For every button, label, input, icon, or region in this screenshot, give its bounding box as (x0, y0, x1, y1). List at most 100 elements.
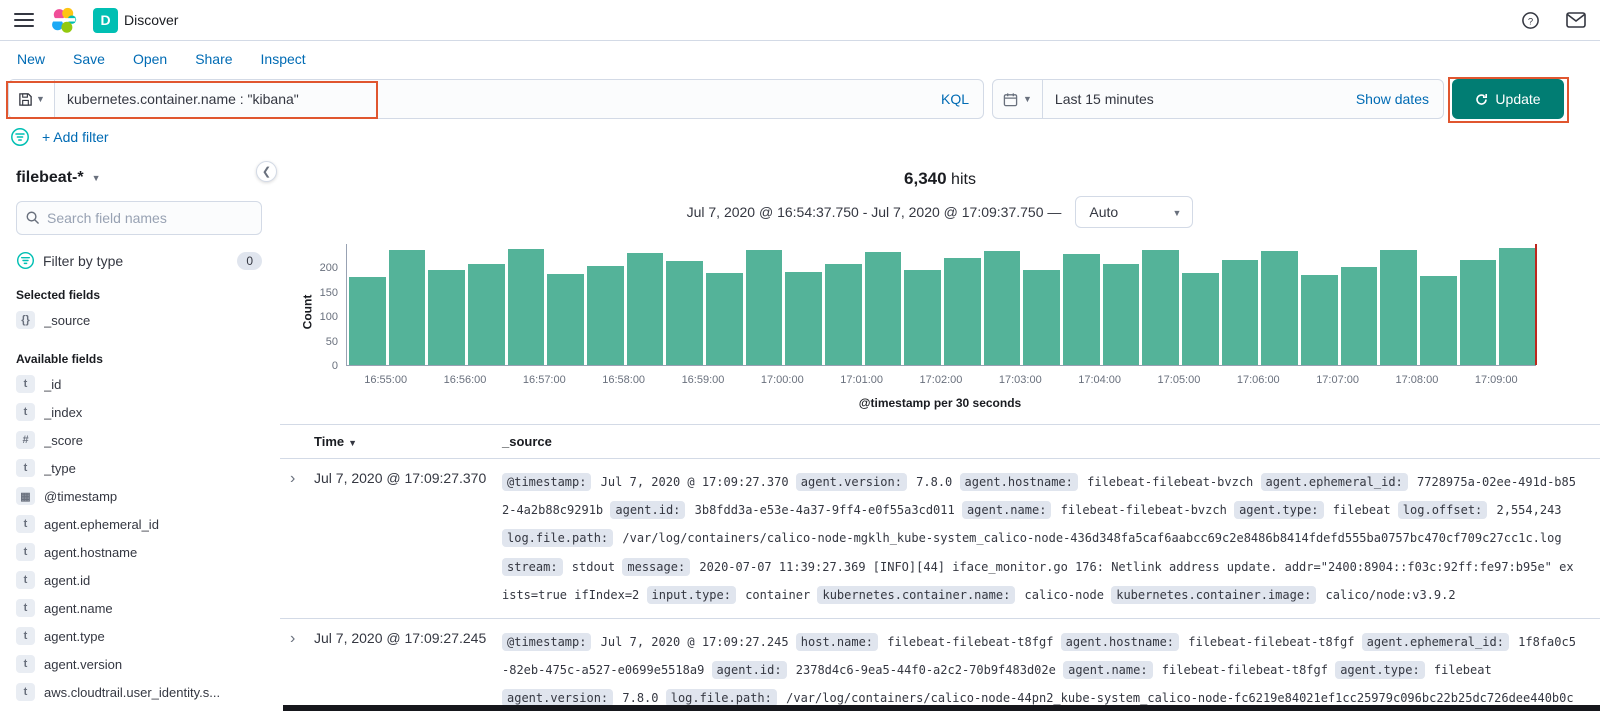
newsfeed-icon[interactable] (1566, 10, 1586, 30)
histogram-bar[interactable] (547, 274, 585, 365)
histogram-bar[interactable] (1142, 249, 1180, 365)
query-input[interactable] (55, 80, 927, 118)
kql-language-button[interactable]: KQL (927, 91, 983, 107)
available-fields-header: Available fields (16, 352, 103, 366)
discover-content: filebeat-* ▼ Filter by type 0 Selected f… (0, 157, 1600, 710)
field-key-badge: agent.id: (610, 501, 686, 520)
field-item[interactable]: t _index (16, 398, 262, 426)
top-right-icons: ? (1520, 10, 1586, 30)
field-key-badge: agent.name: (1063, 661, 1153, 680)
menu-item-save[interactable]: Save (73, 51, 105, 67)
chevron-down-icon: ▼ (36, 94, 45, 104)
histogram-bar[interactable] (1182, 273, 1219, 365)
histogram-bar[interactable] (825, 264, 862, 365)
histogram-bar[interactable] (468, 264, 505, 365)
expand-row-icon[interactable]: › (286, 468, 314, 609)
field-item[interactable]: t agent.name (16, 594, 262, 622)
histogram-bar[interactable] (1261, 250, 1299, 365)
search-icon (25, 210, 40, 225)
histogram-bar[interactable] (666, 261, 704, 365)
histogram-bar[interactable] (626, 252, 664, 365)
histogram-bar[interactable] (1102, 264, 1140, 365)
saved-query-menu-button[interactable]: ▼ (9, 80, 55, 118)
histogram-bar[interactable] (1340, 267, 1378, 365)
x-tick-label: 16:57:00 (522, 374, 566, 386)
time-column-header[interactable]: Time ▼ (314, 434, 502, 449)
menu-item-new[interactable]: New (17, 51, 45, 67)
field-name: agent.ephemeral_id (44, 516, 159, 532)
field-item[interactable]: t agent.ephemeral_id (16, 510, 262, 538)
y-tick-label: 0 (331, 360, 338, 372)
histogram-bar[interactable] (349, 276, 386, 365)
histogram-bar[interactable] (388, 249, 426, 365)
y-tick-label: 150 (319, 286, 338, 299)
histogram-bar[interactable] (507, 248, 545, 365)
field-key-badge: agent.hostname: (1060, 632, 1180, 651)
histogram-bar[interactable] (983, 250, 1021, 365)
histogram-bar[interactable] (1499, 247, 1537, 365)
time-range-line: Jul 7, 2020 @ 16:54:37.750 - Jul 7, 2020… (280, 196, 1600, 228)
hits-label: hits (951, 171, 976, 188)
field-type-icon: t (16, 403, 35, 421)
histogram-bar[interactable] (706, 273, 743, 365)
field-item[interactable]: t _type (16, 454, 262, 482)
histogram-bar[interactable] (587, 266, 624, 365)
histogram-bar[interactable] (1063, 253, 1100, 365)
update-button[interactable]: Update (1452, 79, 1564, 119)
field-item[interactable]: tazure.auditlogs.properties.ac... (16, 706, 262, 711)
menu-item-open[interactable]: Open (133, 51, 167, 67)
field-name: agent.type (44, 628, 105, 644)
histogram-bar[interactable] (428, 270, 466, 365)
x-tick-label: 17:05:00 (1157, 374, 1201, 386)
field-item[interactable]: t agent.version (16, 650, 262, 678)
histogram-bar[interactable] (1380, 249, 1418, 365)
filter-icon[interactable] (10, 127, 30, 147)
time-range-value[interactable]: Last 15 minutes (1043, 91, 1154, 107)
interval-select[interactable]: Auto ▼ (1075, 196, 1194, 228)
field-type-icon: t (16, 375, 35, 393)
field-item[interactable]: t agent.id (16, 566, 262, 594)
menu-item-inspect[interactable]: Inspect (261, 51, 306, 67)
histogram-bar[interactable] (944, 257, 981, 365)
histogram-bar[interactable] (904, 270, 942, 365)
expand-row-icon[interactable]: › (286, 628, 314, 711)
chevron-down-icon: ▼ (1023, 94, 1032, 104)
doc-timestamp: Jul 7, 2020 @ 17:09:27.245 (314, 629, 487, 646)
histogram-bar[interactable] (1221, 259, 1259, 365)
histogram-bar[interactable] (785, 272, 823, 365)
field-item[interactable]: t agent.type (16, 622, 262, 650)
x-tick-label: 17:08:00 (1395, 374, 1439, 386)
menu-hamburger-icon[interactable] (14, 13, 34, 27)
index-pattern-switcher[interactable]: filebeat-* ▼ (16, 169, 262, 187)
field-key-badge: agent.version: (795, 473, 907, 491)
doc-table-header: Time ▼ _source (280, 425, 1600, 459)
field-item[interactable]: # _score (16, 426, 262, 454)
field-type-icon: t (16, 543, 35, 561)
y-tick-label: 100 (319, 311, 338, 324)
show-dates-button[interactable]: Show dates (1356, 91, 1443, 107)
add-filter-button[interactable]: + Add filter (42, 129, 109, 145)
field-name: agent.hostname (44, 544, 138, 560)
histogram-bar[interactable] (1420, 275, 1457, 365)
histogram-bar[interactable] (864, 251, 902, 365)
histogram-bar[interactable] (1023, 270, 1061, 365)
collapse-sidebar-button[interactable]: ❮ (256, 161, 277, 182)
field-item[interactable]: t _id (16, 370, 262, 398)
field-item[interactable]: {} _source (16, 306, 262, 334)
index-pattern-name: filebeat-* (16, 169, 84, 186)
menu-item-share[interactable]: Share (195, 51, 232, 67)
field-item[interactable]: ▦ @timestamp (16, 482, 262, 510)
bottom-strip (283, 705, 1600, 711)
filter-by-type-button[interactable]: Filter by type 0 (16, 251, 262, 270)
field-item[interactable]: t agent.hostname (16, 538, 262, 566)
histogram-bar[interactable] (745, 249, 783, 365)
field-key-badge: agent.id: (711, 661, 787, 680)
help-icon[interactable]: ? (1520, 10, 1540, 30)
histogram-bar[interactable] (1301, 274, 1338, 365)
y-tick-label: 50 (325, 335, 338, 348)
filter-icon (16, 251, 35, 270)
quick-select-time-button[interactable]: ▼ (993, 80, 1043, 118)
histogram-bar[interactable] (1459, 259, 1497, 365)
field-search-input[interactable] (16, 201, 262, 235)
field-item[interactable]: t aws.cloudtrail.user_identity.s... (16, 678, 262, 706)
